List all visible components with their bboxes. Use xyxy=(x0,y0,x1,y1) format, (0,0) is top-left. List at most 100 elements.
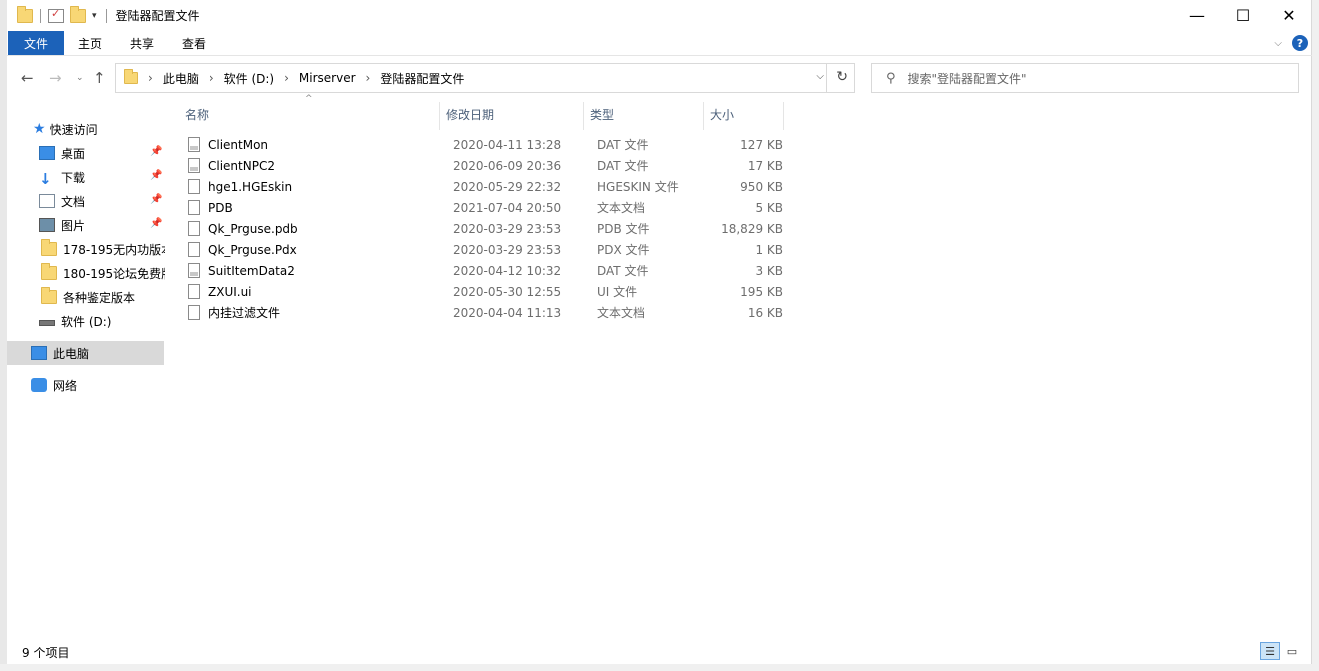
sort-ascending-icon: ^ xyxy=(305,94,313,104)
nav-item-desktop[interactable]: 桌面 xyxy=(39,141,165,165)
breadcrumb-this-pc[interactable]: 此电脑 xyxy=(163,70,199,87)
file-type: UI 文件 xyxy=(597,285,638,299)
file-date: 2020-05-29 22:32 xyxy=(453,179,562,194)
recent-locations-chevron-icon[interactable]: ⌄ xyxy=(76,73,84,83)
nav-label: 图片 xyxy=(61,218,86,233)
star-icon: ★ xyxy=(33,121,46,137)
table-row[interactable]: Qk_Prguse.pdb 2020-03-29 23:53 PDB 文件 18… xyxy=(186,218,786,239)
file-name: SuitItemData2 xyxy=(208,263,295,278)
pin-icon[interactable]: 📌 xyxy=(150,194,162,205)
minimize-button[interactable]: — xyxy=(1174,0,1220,31)
breadcrumb-mirserver[interactable]: Mirserver xyxy=(299,71,356,85)
table-row[interactable]: ZXUI.ui 2020-05-30 12:55 UI 文件 195 KB xyxy=(186,281,786,302)
file-type: HGESKIN 文件 xyxy=(597,180,679,194)
nav-item-downloads[interactable]: ↓ 下载 xyxy=(39,165,165,189)
nav-item-folder-180[interactable]: 180-195论坛免费版 xyxy=(41,261,165,285)
file-size: 127 KB xyxy=(740,137,783,152)
status-bar: 9 个项目 ☰ ▭ xyxy=(7,640,1312,664)
nav-item-drive-d[interactable]: 软件 (D:) xyxy=(39,309,165,333)
breadcrumb-current-folder[interactable]: 登陆器配置文件 xyxy=(380,70,464,87)
breadcrumb-separator-icon: › xyxy=(148,71,153,85)
table-row[interactable]: Qk_Prguse.Pdx 2020-03-29 23:53 PDX 文件 1 … xyxy=(186,239,786,260)
search-input-placeholder[interactable]: 搜索"登陆器配置文件" xyxy=(908,70,1027,87)
vcd-file-icon xyxy=(188,137,200,152)
desktop-icon xyxy=(39,146,55,160)
breadcrumb-separator-icon[interactable]: › xyxy=(284,71,289,85)
title-bar: ▾ 登陆器配置文件 — ☐ ✕ xyxy=(7,0,1312,31)
maximize-button[interactable]: ☐ xyxy=(1220,0,1266,31)
file-icon xyxy=(188,221,200,236)
tab-view[interactable]: 查看 xyxy=(168,31,220,55)
pin-icon[interactable]: 📌 xyxy=(150,218,162,229)
ribbon-right-controls: ⌵ ? xyxy=(1274,35,1308,51)
details-view-icon[interactable]: ☰ xyxy=(1260,642,1280,660)
search-box[interactable]: ⚲ 搜索"登陆器配置文件" xyxy=(871,63,1299,93)
up-arrow-icon[interactable]: ↑ xyxy=(93,69,106,87)
nav-item-folder-identify[interactable]: 各种鉴定版本 xyxy=(41,285,165,309)
file-size: 3 KB xyxy=(755,263,783,278)
properties-icon[interactable] xyxy=(48,7,64,23)
column-divider[interactable] xyxy=(703,102,704,130)
file-size: 1 KB xyxy=(755,242,783,257)
nav-label: 下载 xyxy=(61,170,86,185)
nav-this-pc[interactable]: 此电脑 xyxy=(7,341,164,365)
new-folder-icon[interactable] xyxy=(70,5,86,23)
nav-item-pictures[interactable]: 图片 xyxy=(39,213,165,237)
column-divider[interactable] xyxy=(783,102,784,130)
nav-label: 快速访问 xyxy=(49,122,98,137)
background-left xyxy=(0,0,7,671)
tab-home[interactable]: 主页 xyxy=(64,31,116,55)
column-header-type[interactable]: 类型 xyxy=(590,96,614,132)
text-file-icon xyxy=(188,200,200,215)
back-arrow-icon[interactable]: ← xyxy=(21,69,34,87)
customize-toolbar-dropdown[interactable]: ▾ xyxy=(92,11,97,21)
column-header-size[interactable]: 大小 xyxy=(710,96,734,132)
file-date: 2020-06-09 20:36 xyxy=(453,158,562,173)
table-row[interactable]: ClientMon 2020-04-11 13:28 DAT 文件 127 KB xyxy=(186,134,786,155)
pin-icon[interactable]: 📌 xyxy=(150,170,162,181)
file-name: Qk_Prguse.Pdx xyxy=(208,242,297,257)
breadcrumb-drive-d[interactable]: 软件 (D:) xyxy=(224,70,274,87)
table-row[interactable]: ClientNPC2 2020-06-09 20:36 DAT 文件 17 KB xyxy=(186,155,786,176)
column-header-name[interactable]: 名称 xyxy=(185,96,209,132)
forward-arrow-icon[interactable]: → xyxy=(49,69,62,87)
column-divider[interactable] xyxy=(439,102,440,130)
tab-file[interactable]: 文件 xyxy=(8,31,65,55)
help-icon[interactable]: ? xyxy=(1292,35,1308,51)
address-divider xyxy=(826,64,827,92)
file-date: 2020-04-12 10:32 xyxy=(453,263,562,278)
close-button[interactable]: ✕ xyxy=(1266,0,1312,31)
file-icon xyxy=(188,242,200,257)
table-row[interactable]: PDB 2021-07-04 20:50 文本文档 5 KB xyxy=(186,197,786,218)
pictures-icon xyxy=(39,218,55,232)
window-title: 登陆器配置文件 xyxy=(115,9,200,23)
large-icons-view-icon[interactable]: ▭ xyxy=(1282,642,1302,660)
breadcrumb-separator-icon[interactable]: › xyxy=(209,71,214,85)
nav-label: 180-195论坛免费版 xyxy=(63,266,165,281)
pin-icon[interactable]: 📌 xyxy=(150,146,162,157)
nav-item-documents[interactable]: 文档 xyxy=(39,189,165,213)
column-divider[interactable] xyxy=(583,102,584,130)
file-name: ClientNPC2 xyxy=(208,158,275,173)
nav-quick-access[interactable]: ★ 快速访问 xyxy=(33,117,98,141)
file-icon xyxy=(188,179,200,194)
nav-item-folder-178[interactable]: 178-195无内功版本 xyxy=(41,237,165,261)
expand-ribbon-chevron-icon[interactable]: ⌵ xyxy=(1274,38,1282,49)
address-bar[interactable]: › 此电脑 › 软件 (D:) › Mirserver › 登陆器配置文件 ⌵ … xyxy=(115,63,855,93)
column-header-date[interactable]: 修改日期 xyxy=(446,96,494,132)
file-list: ^ 名称 修改日期 类型 大小 ClientMon 2020-04-11 13:… xyxy=(167,94,1312,640)
refresh-icon[interactable]: ↻ xyxy=(836,69,848,85)
nav-label: 178-195无内功版本 xyxy=(63,242,165,257)
search-icon: ⚲ xyxy=(886,70,896,86)
network-icon xyxy=(31,378,47,392)
folder-icon xyxy=(41,263,57,280)
table-row[interactable]: 内挂过滤文件 2020-04-04 11:13 文本文档 16 KB xyxy=(186,302,786,323)
breadcrumb-separator-icon[interactable]: › xyxy=(366,71,371,85)
nav-network[interactable]: 网络 xyxy=(31,373,77,397)
vcd-file-icon xyxy=(188,263,200,278)
address-dropdown-chevron-icon[interactable]: ⌵ xyxy=(816,71,824,82)
tab-share[interactable]: 共享 xyxy=(116,31,168,55)
drive-icon xyxy=(39,320,55,326)
table-row[interactable]: hge1.HGEskin 2020-05-29 22:32 HGESKIN 文件… xyxy=(186,176,786,197)
table-row[interactable]: SuitItemData2 2020-04-12 10:32 DAT 文件 3 … xyxy=(186,260,786,281)
